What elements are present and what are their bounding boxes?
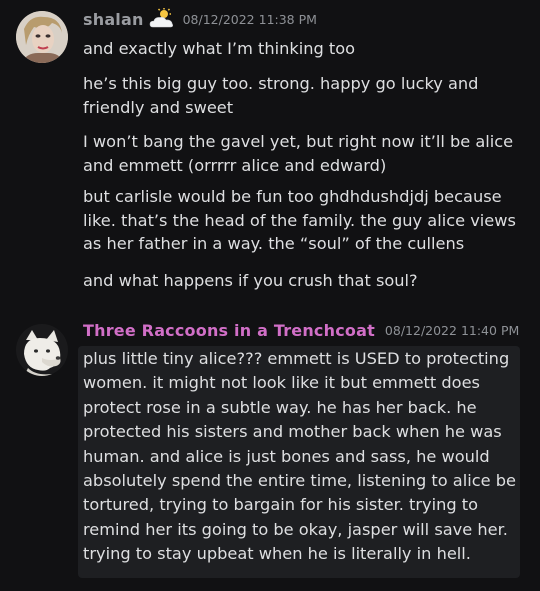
message-header: Three Raccoons in a Trenchcoat 08/12/202… <box>83 321 519 340</box>
avatar-image <box>16 324 68 376</box>
sun-behind-cloud-icon <box>149 8 175 30</box>
avatar-image <box>16 11 68 63</box>
message-line: he’s this big guy too. strong. happy go … <box>83 74 479 117</box>
timestamp: 08/12/2022 11:40 PM <box>384 323 520 338</box>
message-line: and exactly what I’m thinking too <box>83 39 356 58</box>
message-line: I won’t bang the gavel yet, but right no… <box>83 132 514 175</box>
username[interactable]: Three Raccoons in a Trenchcoat <box>83 321 375 340</box>
avatar[interactable] <box>16 11 68 63</box>
message-line: but carlisle would be fun too ghdhdushdj… <box>83 187 516 253</box>
message-header: shalan 08/12/2022 11:38 PM <box>83 8 317 30</box>
message-text: plus little tiny alice??? emmett is USED… <box>83 349 516 564</box>
timestamp: 08/12/2022 11:38 PM <box>182 11 317 27</box>
avatar[interactable] <box>16 324 68 376</box>
chat-view: shalan 08/12/2022 11:38 PM and exactly w… <box>0 0 540 591</box>
message-line: and what happens if you crush that soul? <box>83 271 418 290</box>
username[interactable]: shalan <box>83 10 144 29</box>
